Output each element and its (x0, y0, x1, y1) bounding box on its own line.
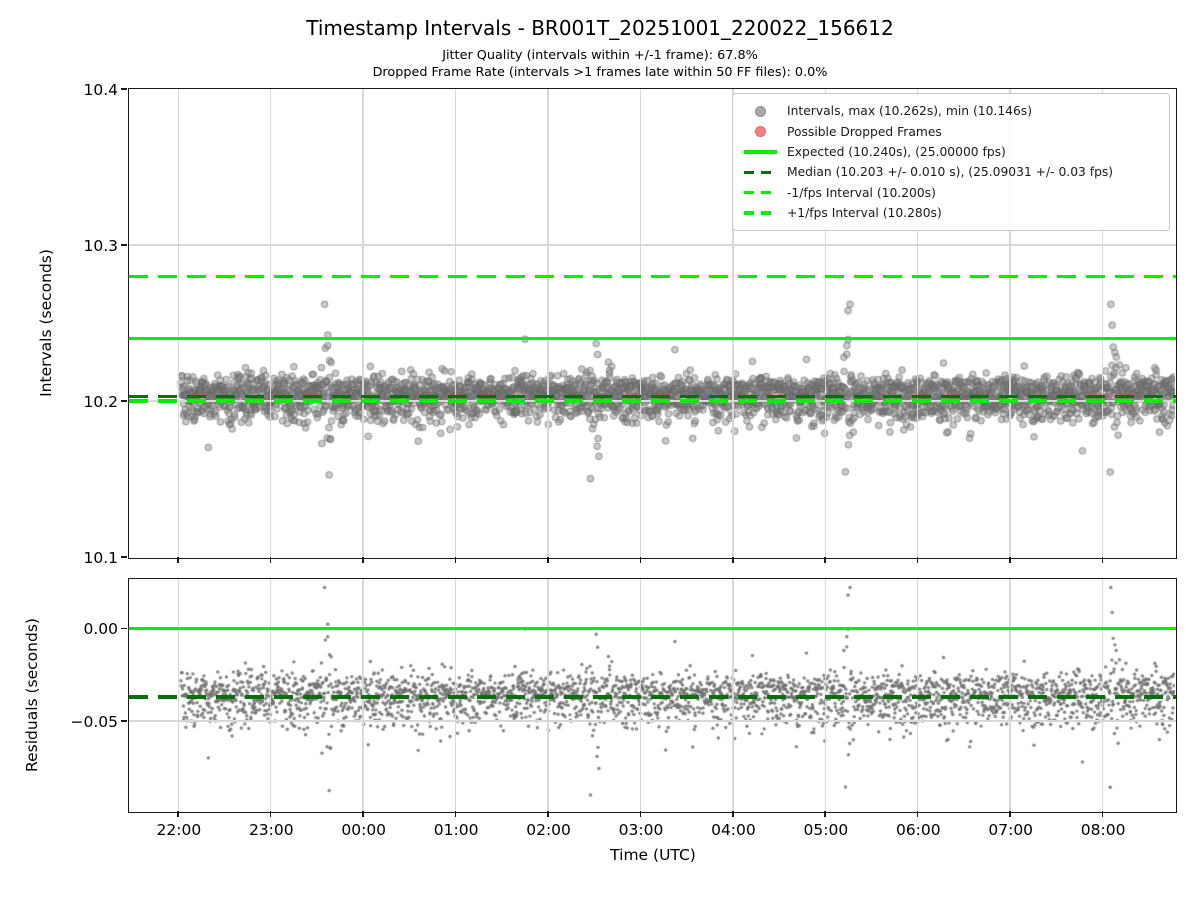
y-tick-label: 10.1 (83, 548, 118, 567)
legend-marker-box (741, 150, 779, 154)
x-tick-mark (639, 557, 642, 563)
legend-item: +1/fps Interval (10.280s) (741, 203, 1161, 223)
x-tick-mark (454, 811, 457, 817)
y-tick-mark (121, 627, 128, 630)
intervals-plot-area: Intervals, max (10.262s), min (10.146s) P… (121, 88, 1177, 563)
x-tick-label: 22:00 (156, 820, 202, 839)
x-tick-label: 02:00 (526, 820, 571, 839)
figure: Timestamp Intervals - BR001T_20251001_22… (0, 0, 1200, 900)
x-tick-label: 03:00 (618, 820, 664, 839)
x-tick-mark (1009, 811, 1011, 817)
y-tick-label: −0.05 (70, 712, 119, 731)
x-tick-mark (362, 811, 364, 817)
minus-1fps-interval-line (129, 399, 1176, 403)
x-tick-mark (269, 811, 272, 817)
legend-item-label: Intervals, max (10.262s), min (10.146s) (787, 104, 1032, 119)
y-tick-mark (121, 244, 128, 246)
x-tick-label: 01:00 (433, 820, 479, 839)
dashed-line-swatch (743, 170, 777, 175)
residuals-y-axis-label: Residuals (seconds) (23, 618, 41, 772)
legend: Intervals, max (10.262s), min (10.146s) P… (732, 93, 1170, 232)
y-tick-label: 10.3 (83, 236, 118, 255)
legend-item: Median (10.203 +/- 0.010 s), (25.09031 +… (741, 162, 1161, 182)
x-tick-mark (1101, 811, 1104, 817)
gridline (129, 720, 1176, 722)
expected-line (129, 336, 1176, 341)
x-tick-mark (177, 811, 180, 817)
x-tick-mark (1101, 557, 1104, 563)
x-tick-mark (916, 811, 919, 817)
legend-marker-box (741, 126, 779, 138)
gridline (177, 89, 179, 558)
gridline (639, 89, 642, 558)
x-tick-label: 04:00 (711, 820, 756, 839)
y-tick-label: 0.00 (83, 619, 118, 638)
x-tick-label: 08:00 (1080, 820, 1126, 839)
solid-line-swatch (743, 150, 777, 154)
x-tick-mark (732, 811, 734, 817)
x-tick-label: 07:00 (988, 820, 1034, 839)
legend-marker-box (741, 170, 779, 175)
legend-item: Expected (10.240s), (25.00000 fps) (741, 142, 1161, 162)
intervals-y-axis-label: Intervals (seconds) (37, 249, 55, 397)
legend-item: -1/fps Interval (10.200s) (741, 183, 1161, 203)
legend-item: Possible Dropped Frames (741, 121, 1161, 141)
x-tick-mark (732, 557, 734, 563)
median-line (129, 394, 1176, 398)
gridline (362, 89, 364, 558)
y-tick-label: 10.2 (83, 392, 118, 411)
x-tick-label: 23:00 (248, 820, 294, 839)
jitter-quality-subtitle: Jitter Quality (intervals within +/-1 fr… (442, 48, 758, 63)
x-tick-mark (1009, 557, 1011, 563)
x-tick-mark (547, 557, 549, 563)
x-tick-mark (454, 557, 457, 563)
x-tick-label: 06:00 (895, 820, 941, 839)
median-residual-line (129, 695, 1176, 699)
zero-residual-line (129, 626, 1176, 631)
x-tick-mark (824, 811, 827, 817)
plus-1fps-interval-line (129, 274, 1176, 278)
gridline (129, 244, 1176, 246)
x-axis-label: Time (UTC) (610, 846, 696, 864)
dashed-line-swatch (743, 211, 777, 215)
legend-item-label: Possible Dropped Frames (787, 124, 942, 139)
legend-item-label: -1/fps Interval (10.200s) (787, 185, 936, 200)
legend-item-label: +1/fps Interval (10.280s) (787, 206, 942, 221)
legend-marker-box (741, 105, 779, 117)
gridline (547, 89, 549, 558)
x-tick-label: 00:00 (341, 820, 387, 839)
y-tick-mark (121, 556, 128, 558)
x-tick-mark (362, 557, 364, 563)
x-tick-mark (639, 811, 642, 817)
y-tick-mark (121, 720, 128, 722)
dropped-frame-dot-icon (754, 126, 766, 138)
legend-marker-box (741, 211, 779, 215)
x-tick-mark (916, 557, 919, 563)
dropped-frame-rate-subtitle: Dropped Frame Rate (intervals >1 frames … (372, 65, 828, 80)
y-tick-mark (121, 88, 128, 90)
gridline (269, 89, 272, 558)
y-tick-mark (121, 400, 128, 402)
legend-marker-box (741, 191, 779, 195)
x-tick-mark (824, 557, 827, 563)
dashed-line-swatch (743, 191, 777, 195)
legend-item-label: Median (10.203 +/- 0.010 s), (25.09031 +… (787, 165, 1114, 180)
x-tick-label: 05:00 (803, 820, 849, 839)
x-tick-mark (547, 811, 549, 817)
interval-dot-icon (754, 105, 766, 117)
x-tick-mark (177, 557, 180, 563)
y-tick-label: 10.4 (83, 80, 118, 99)
x-tick-mark (269, 557, 272, 563)
chart-title: Timestamp Intervals - BR001T_20251001_22… (306, 16, 894, 40)
legend-item: Intervals, max (10.262s), min (10.146s) (741, 101, 1161, 121)
gridline (454, 89, 457, 558)
residuals-plot-area (121, 578, 1177, 817)
legend-item-label: Expected (10.240s), (25.00000 fps) (787, 144, 1006, 159)
